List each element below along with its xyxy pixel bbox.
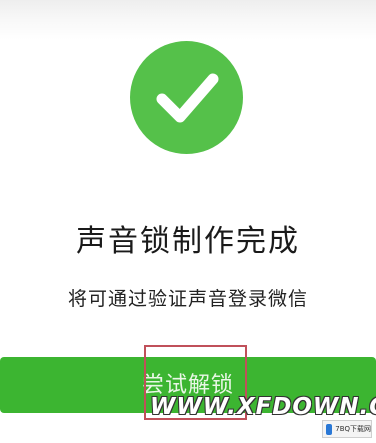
page-title: 声音锁制作完成 (76, 224, 300, 259)
voice-lock-complete-screen: 声音锁制作完成 将可通过验证声音登录微信 尝试解锁 WWW.XFDOWN.COM… (0, 0, 376, 443)
badge-text: 7BQ下载网 (335, 425, 371, 433)
site-logo-icon (326, 423, 333, 435)
site-badge: 7BQ下载网 (322, 420, 372, 438)
checkmark-icon (156, 73, 219, 123)
success-checkmark-icon (130, 41, 243, 154)
watermark: WWW.XFDOWN.COM (150, 394, 376, 420)
page-subtitle: 将可通过验证声音登录微信 (67, 288, 308, 310)
